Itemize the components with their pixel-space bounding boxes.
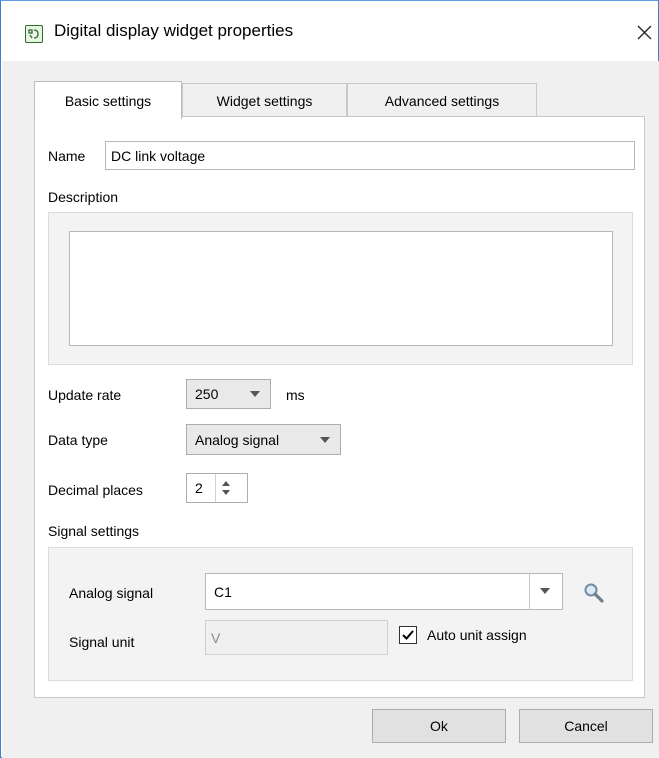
dialog-window: Digital display widget properties Basic …: [0, 0, 659, 758]
tab-advanced-settings[interactable]: Advanced settings: [347, 83, 537, 117]
ok-label: Ok: [430, 718, 448, 734]
name-value: DC link voltage: [111, 147, 206, 164]
name-field[interactable]: DC link voltage: [105, 141, 635, 170]
widget-app-icon: [25, 25, 43, 43]
update-rate-label: Update rate: [48, 387, 122, 403]
analog-signal-label: Analog signal: [69, 585, 154, 601]
signal-unit-value: V: [211, 629, 221, 646]
description-field[interactable]: [69, 231, 613, 346]
tab-basic-settings[interactable]: Basic settings: [34, 81, 182, 119]
window-title: Digital display widget properties: [54, 21, 294, 40]
data-type-label: Data type: [48, 432, 108, 448]
cancel-label: Cancel: [564, 718, 608, 734]
title-bar[interactable]: Digital display widget properties: [1, 1, 658, 61]
ok-button[interactable]: Ok: [372, 709, 506, 743]
search-icon[interactable]: [583, 582, 605, 607]
signal-unit-label: Signal unit: [69, 634, 135, 650]
cancel-button[interactable]: Cancel: [519, 709, 653, 743]
auto-unit-label[interactable]: Auto unit assign: [427, 627, 527, 643]
data-type-select[interactable]: Analog signal: [186, 424, 341, 455]
update-rate-unit: ms: [286, 387, 305, 403]
analog-signal-combobox[interactable]: C1: [205, 573, 563, 610]
signal-unit-field: V: [205, 620, 388, 655]
decimal-places-value: 2: [195, 480, 203, 496]
update-rate-value: 250: [195, 386, 219, 402]
analog-signal-value: C1: [214, 583, 232, 600]
tab-widget-settings[interactable]: Widget settings: [182, 83, 347, 117]
auto-unit-checkbox[interactable]: [399, 626, 417, 644]
decimal-places-stepper[interactable]: 2: [186, 473, 248, 503]
stepper-divider: [215, 474, 216, 502]
chevron-down-icon: [250, 391, 260, 397]
chevron-down-icon: [320, 436, 330, 443]
checkmark-icon: [402, 630, 414, 640]
name-label: Name: [48, 148, 86, 164]
tab-label: Advanced settings: [384, 92, 500, 109]
tab-label: Widget settings: [216, 92, 313, 109]
signal-settings-label: Signal settings: [48, 523, 140, 539]
description-label: Description: [48, 189, 119, 205]
decimal-places-label: Decimal places: [48, 482, 143, 498]
chevron-down-icon[interactable]: [540, 588, 550, 594]
data-type-value: Analog signal: [195, 431, 280, 448]
signal-settings-group: [48, 547, 633, 681]
tab-label: Basic settings: [64, 92, 152, 109]
close-button[interactable]: [629, 15, 659, 51]
stepper-arrows-icon[interactable]: [220, 478, 232, 501]
update-rate-select[interactable]: 250: [186, 379, 271, 409]
combo-divider: [529, 574, 530, 609]
